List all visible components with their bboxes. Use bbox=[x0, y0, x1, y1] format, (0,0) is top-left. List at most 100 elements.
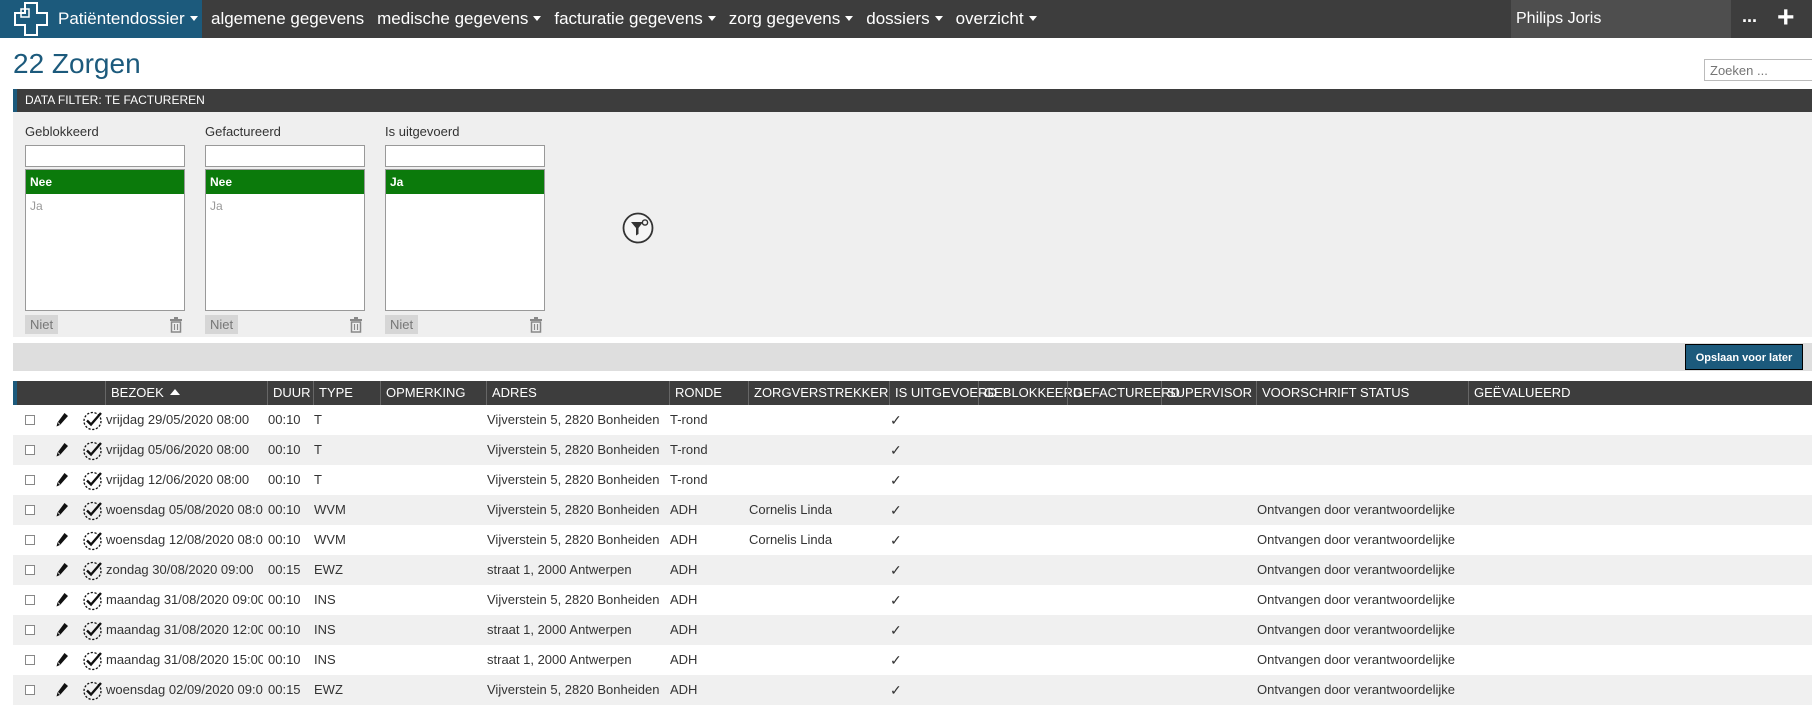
edit-pencil-icon[interactable] bbox=[55, 562, 69, 578]
col-is-uitgevoerd[interactable]: IS UITGEVOERD bbox=[889, 381, 997, 405]
row-checkbox[interactable] bbox=[25, 505, 35, 515]
col-adres[interactable]: ADRES bbox=[486, 381, 669, 405]
table-row[interactable]: maandag 31/08/2020 15:00 00:10 INS straat 1… bbox=[13, 645, 1812, 675]
niet-button[interactable]: Niet bbox=[25, 315, 59, 334]
cell-bezoek: woensdag 02/09/2020 09:00 bbox=[106, 682, 263, 697]
verify-check-icon[interactable] bbox=[82, 530, 103, 551]
row-checkbox[interactable] bbox=[25, 655, 35, 665]
col-voorschrift-status[interactable]: VOORSCHRIFT STATUS bbox=[1256, 381, 1468, 405]
top-navbar: Patiëntendossier algemene gegevens medis… bbox=[0, 0, 1812, 38]
col-supervisor[interactable]: SUPERVISOR bbox=[1161, 381, 1256, 405]
cell-adres: straat 1, 2000 Antwerpen bbox=[487, 562, 632, 577]
col-type[interactable]: TYPE bbox=[313, 381, 380, 405]
verify-check-icon[interactable] bbox=[82, 500, 103, 521]
edit-pencil-icon[interactable] bbox=[55, 682, 69, 698]
nav-label: overzicht bbox=[955, 9, 1024, 28]
row-checkbox[interactable] bbox=[25, 565, 35, 575]
table-body: vrijdag 29/05/2020 08:00 00:10 T Vijverstei… bbox=[13, 405, 1812, 705]
niet-button[interactable]: Niet bbox=[385, 315, 419, 334]
edit-pencil-icon[interactable] bbox=[55, 532, 69, 548]
col-ronde[interactable]: RONDE bbox=[669, 381, 748, 405]
edit-pencil-icon[interactable] bbox=[55, 652, 69, 668]
table-row[interactable]: woensdag 12/08/2020 08:00 00:10 WVM Vijvers… bbox=[13, 525, 1812, 555]
edit-pencil-icon[interactable] bbox=[55, 412, 69, 428]
verify-check-icon[interactable] bbox=[82, 440, 103, 461]
col-label: TYPE bbox=[319, 385, 353, 400]
edit-pencil-icon[interactable] bbox=[55, 442, 69, 458]
verify-check-icon[interactable] bbox=[82, 680, 103, 701]
filter-option[interactable]: Nee bbox=[206, 170, 364, 194]
search-input[interactable] bbox=[1704, 59, 1812, 81]
col-opmerking[interactable]: OPMERKING bbox=[380, 381, 486, 405]
row-checkbox[interactable] bbox=[25, 535, 35, 545]
user-selector[interactable]: Philips Joris bbox=[1511, 0, 1731, 38]
filter-text-input[interactable] bbox=[25, 145, 185, 167]
trash-icon[interactable] bbox=[529, 317, 543, 333]
table-row[interactable]: maandag 31/08/2020 12:00 00:10 INS straat 1… bbox=[13, 615, 1812, 645]
filter-text-input[interactable] bbox=[205, 145, 365, 167]
filter-listbox[interactable]: Nee Ja bbox=[25, 169, 185, 311]
cell-zorgverstrekker bbox=[744, 465, 885, 495]
col-zorgverstrekker[interactable]: ZORGVERSTREKKER bbox=[748, 381, 889, 405]
add-button[interactable]: + bbox=[1777, 1, 1795, 35]
cell-zorgverstrekker bbox=[744, 675, 885, 705]
table-row[interactable]: maandag 31/08/2020 09:00 00:10 INS Vijverst… bbox=[13, 585, 1812, 615]
save-for-later-button[interactable]: Opslaan voor later bbox=[1685, 344, 1803, 370]
verify-check-icon[interactable] bbox=[82, 470, 103, 491]
trash-icon[interactable] bbox=[349, 317, 363, 333]
col-gefactureerd[interactable]: GEFACTUREERD bbox=[1067, 381, 1180, 405]
filter-option[interactable]: Ja bbox=[206, 194, 364, 218]
table-row[interactable]: vrijdag 05/06/2020 08:00 00:10 T Vijverstei… bbox=[13, 435, 1812, 465]
verify-check-icon[interactable] bbox=[82, 620, 103, 641]
table-row[interactable]: vrijdag 29/05/2020 08:00 00:10 T Vijverstei… bbox=[13, 405, 1812, 435]
nav-algemene-gegevens[interactable]: algemene gegevens bbox=[211, 9, 364, 29]
row-checkbox[interactable] bbox=[25, 685, 35, 695]
cell-ronde: T-rond bbox=[670, 442, 708, 457]
cell-type: INS bbox=[314, 652, 336, 667]
col-label: DUUR bbox=[273, 385, 311, 400]
edit-pencil-icon[interactable] bbox=[55, 622, 69, 638]
row-checkbox[interactable] bbox=[25, 475, 35, 485]
nav-overzicht[interactable]: overzicht bbox=[956, 9, 1037, 29]
verify-check-icon[interactable] bbox=[82, 590, 103, 611]
verify-check-icon[interactable] bbox=[82, 410, 103, 431]
row-checkbox[interactable] bbox=[25, 595, 35, 605]
nav-facturatie-gegevens[interactable]: facturatie gegevens bbox=[554, 9, 716, 29]
filter-listbox[interactable]: Ja bbox=[385, 169, 545, 311]
cell-voorschrift bbox=[1252, 405, 1464, 435]
more-button[interactable]: ... bbox=[1742, 6, 1757, 27]
niet-button[interactable]: Niet bbox=[205, 315, 239, 334]
col-geevalueerd[interactable]: GEËVALUEERD bbox=[1468, 381, 1812, 405]
row-checkbox[interactable] bbox=[25, 415, 35, 425]
cell-type: WVM bbox=[314, 502, 346, 517]
filter-option[interactable]: Ja bbox=[386, 170, 544, 194]
filter-option[interactable]: Nee bbox=[26, 170, 184, 194]
table-row[interactable]: woensdag 05/08/2020 08:00 00:10 WVM Vijvers… bbox=[13, 495, 1812, 525]
cell-zorgverstrekker bbox=[744, 585, 885, 615]
table-row[interactable]: vrijdag 12/06/2020 08:00 00:10 T Vijverstei… bbox=[13, 465, 1812, 495]
table-row[interactable]: woensdag 02/09/2020 09:00 00:15 EWZ Vijvers… bbox=[13, 675, 1812, 705]
nav-dossiers[interactable]: dossiers bbox=[866, 9, 943, 29]
verify-check-icon[interactable] bbox=[82, 560, 103, 581]
col-bezoek[interactable]: BEZOEK bbox=[105, 381, 267, 405]
col-geblokkeerd[interactable]: GEBLOKKEERD bbox=[978, 381, 1082, 405]
trash-icon[interactable] bbox=[169, 317, 183, 333]
edit-pencil-icon[interactable] bbox=[55, 472, 69, 488]
filter-listbox[interactable]: Nee Ja bbox=[205, 169, 365, 311]
nav-medische-gegevens[interactable]: medische gegevens bbox=[377, 9, 542, 29]
filter-text-input[interactable] bbox=[385, 145, 545, 167]
col-duur[interactable]: DUUR bbox=[267, 381, 313, 405]
row-checkbox[interactable] bbox=[25, 445, 35, 455]
table-row[interactable]: zondag 30/08/2020 09:00 00:15 EWZ straat 1,… bbox=[13, 555, 1812, 585]
module-switcher[interactable]: Patiëntendossier bbox=[0, 0, 202, 38]
edit-pencil-icon[interactable] bbox=[55, 502, 69, 518]
filter-option[interactable]: Ja bbox=[26, 194, 184, 218]
filter-funnel-icon[interactable] bbox=[622, 212, 654, 244]
cell-ronde: ADH bbox=[670, 682, 698, 697]
row-checkbox[interactable] bbox=[25, 625, 35, 635]
filter-header[interactable]: DATA FILTER: TE FACTUREREN bbox=[13, 89, 1812, 112]
sort-ascending-icon bbox=[169, 388, 180, 395]
edit-pencil-icon[interactable] bbox=[55, 592, 69, 608]
verify-check-icon[interactable] bbox=[82, 650, 103, 671]
nav-zorg-gegevens[interactable]: zorg gegevens bbox=[729, 9, 854, 29]
